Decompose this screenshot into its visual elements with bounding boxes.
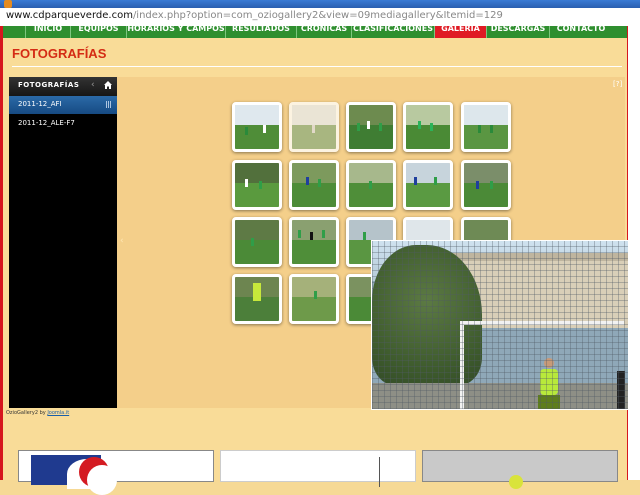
browser-title-bar	[0, 0, 640, 8]
sidebar-item-label: 2011-12_AFI	[18, 100, 62, 108]
grip-icon	[106, 101, 112, 108]
address-bar[interactable]: www.cdparqueverde.com/index.php?option=c…	[0, 8, 640, 27]
page-frame-left	[0, 26, 3, 480]
home-icon[interactable]	[104, 81, 112, 89]
nav-item-resultados[interactable]: RESULTADOS	[225, 26, 296, 38]
photo-thumbnail[interactable]	[403, 160, 453, 210]
chevron-left-icon[interactable]: ‹	[91, 80, 95, 90]
page-margin-right	[628, 26, 640, 480]
photo-preview[interactable]	[371, 240, 629, 410]
help-link[interactable]: [?]	[613, 80, 622, 88]
credit-link[interactable]: Joomla.it	[47, 410, 69, 416]
credit-prefix: OzioGallery2 by	[6, 410, 46, 416]
photo-thumbnail[interactable]	[346, 160, 396, 210]
url-domain: www.cdparqueverde.com	[6, 10, 133, 21]
photo-thumbnail[interactable]	[232, 102, 282, 152]
preview-fence	[372, 241, 628, 409]
photo-thumbnail[interactable]	[289, 102, 339, 152]
url-path: /index.php?option=com_oziogallery2&view=…	[132, 10, 503, 21]
sidebar-title: FOTOGRAFÍAS	[18, 81, 80, 89]
nav-item-galeria[interactable]: GALERÍA	[434, 26, 486, 38]
sponsor-logo-cutout	[87, 465, 117, 495]
photo-thumbnail[interactable]	[289, 274, 339, 324]
photo-thumbnail[interactable]	[232, 217, 282, 267]
photo-thumbnail[interactable]	[461, 160, 511, 210]
photo-thumbnail[interactable]	[461, 102, 511, 152]
photo-thumbnail[interactable]	[403, 102, 453, 152]
gallery-sidebar: FOTOGRAFÍAS ‹ 2011-12_AFI 2011-12_ALE-F7	[9, 77, 117, 408]
photo-thumbnail[interactable]	[232, 160, 282, 210]
main-nav: INICIO EQUIPOS HORARIOS Y CAMPOS RESULTA…	[3, 26, 627, 38]
sidebar-item-2011-12-afi[interactable]: 2011-12_AFI	[9, 96, 117, 114]
page-title: FOTOGRAFÍAS	[12, 46, 107, 61]
photo-thumbnail[interactable]	[289, 160, 339, 210]
footer-sponsor-3[interactable]	[422, 450, 618, 489]
url-text[interactable]: www.cdparqueverde.com/index.php?option=c…	[6, 10, 503, 21]
nav-item-clasificaciones[interactable]: CLASIFICACIONES	[351, 26, 434, 38]
nav-item-descargas[interactable]: DESCARGAS	[486, 26, 549, 38]
chevron-left-icon[interactable]: ‹	[120, 236, 124, 246]
footer-sponsor-1[interactable]	[18, 450, 214, 495]
title-divider	[12, 66, 622, 67]
sidebar-header: FOTOGRAFÍAS ‹	[9, 77, 117, 96]
browser-app-icon	[4, 0, 12, 8]
nav-item-inicio[interactable]: INICIO	[25, 26, 70, 38]
nav-item-cronicas[interactable]: CRÓNICAS	[296, 26, 351, 38]
sponsor-divider	[379, 457, 380, 487]
sidebar-item-label: 2011-12_ALE-F7	[18, 119, 75, 127]
sponsor-logo-dot	[509, 475, 523, 489]
footer-sponsor-2[interactable]	[220, 450, 416, 487]
nav-item-contacto[interactable]: CONTACTO	[549, 26, 612, 38]
nav-item-horarios[interactable]: HORARIOS Y CAMPOS	[126, 26, 225, 38]
photo-thumbnail[interactable]	[346, 102, 396, 152]
photo-thumbnail[interactable]	[289, 217, 339, 267]
gallery-credit: OzioGallery2 by Joomla.it	[6, 410, 69, 416]
photo-thumbnail[interactable]	[232, 274, 282, 324]
nav-item-equipos[interactable]: EQUIPOS	[70, 26, 126, 38]
sidebar-item-2011-12-ale-f7[interactable]: 2011-12_ALE-F7	[9, 115, 117, 133]
